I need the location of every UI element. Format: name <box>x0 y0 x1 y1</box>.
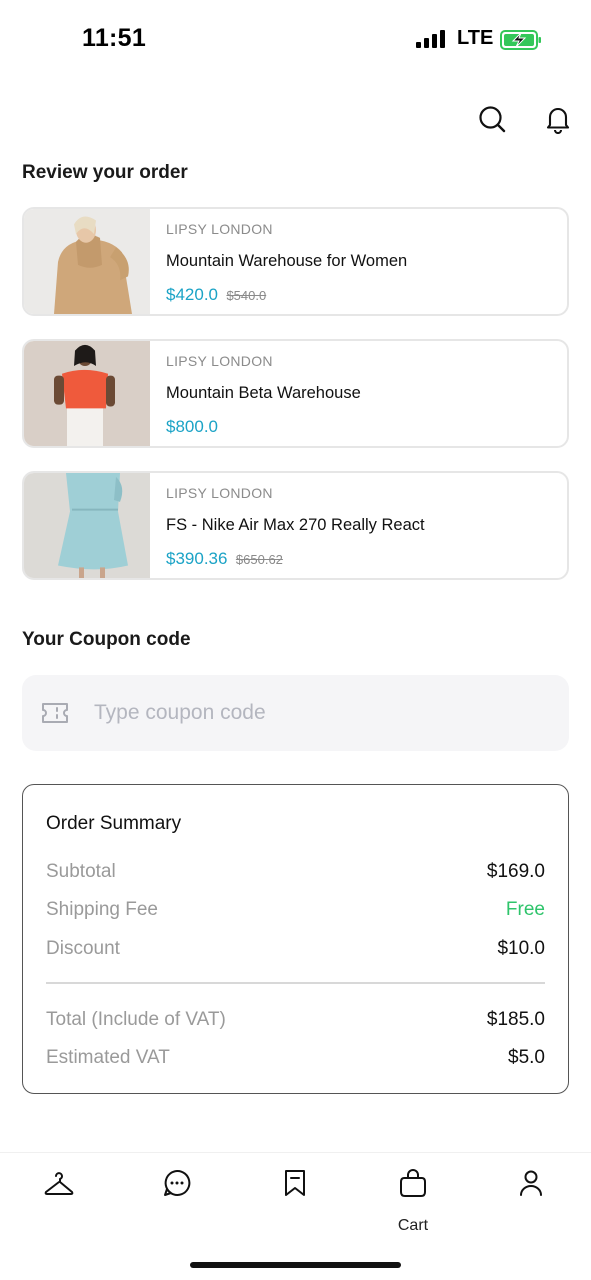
shipping-row: Shipping Fee Free <box>46 899 545 923</box>
subtotal-row: Subtotal $169.0 <box>46 861 545 885</box>
shipping-value: Free <box>505 899 545 920</box>
summary-title: Order Summary <box>46 813 182 834</box>
chat-icon <box>164 1169 191 1196</box>
product-name: Mountain Warehouse for Women <box>166 252 408 270</box>
price-row: $420.0 $540.0 <box>166 285 266 305</box>
order-item-card[interactable]: LIPSY LONDON FS - Nike Air Max 270 Reall… <box>22 471 569 580</box>
product-image <box>24 209 150 314</box>
product-price: $390.36 <box>166 549 228 568</box>
order-item-card[interactable]: LIPSY LONDON Mountain Warehouse for Wome… <box>22 207 569 316</box>
coupon-input[interactable] <box>94 675 544 751</box>
order-summary: Order Summary Subtotal $169.0 Shipping F… <box>22 784 569 1094</box>
total-value: $185.0 <box>486 1009 545 1030</box>
shipping-label: Shipping Fee <box>46 899 158 920</box>
battery-charging-icon <box>500 30 541 50</box>
vat-label: Estimated VAT <box>46 1047 170 1068</box>
signal-icon <box>416 30 446 48</box>
bag-icon <box>400 1169 426 1197</box>
bookmark-icon <box>285 1170 305 1196</box>
product-name: Mountain Beta Warehouse <box>166 384 361 402</box>
product-image <box>24 341 150 446</box>
network-label: LTE <box>457 27 494 49</box>
ticket-icon <box>42 703 68 723</box>
profile-icon <box>520 1170 542 1196</box>
status-time: 11:51 <box>82 24 147 52</box>
product-image <box>24 473 150 578</box>
vat-value: $5.0 <box>508 1047 545 1068</box>
home-indicator <box>190 1262 401 1268</box>
nav-label-cart: Cart <box>397 1217 429 1234</box>
price-row: $800.0 <box>166 417 218 437</box>
product-price: $420.0 <box>166 285 218 304</box>
vat-row: Estimated VAT $5.0 <box>46 1047 545 1071</box>
bell-icon[interactable] <box>543 104 573 134</box>
search-icon[interactable] <box>477 104 507 134</box>
discount-label: Discount <box>46 938 120 959</box>
product-brand: LIPSY LONDON <box>166 485 273 501</box>
coupon-field[interactable] <box>22 675 569 751</box>
product-brand: LIPSY LONDON <box>166 353 273 369</box>
product-name: FS - Nike Air Max 270 Really React <box>166 516 425 534</box>
nav-item-chat[interactable] <box>147 1167 207 1237</box>
product-old-price: $540.0 <box>226 288 267 303</box>
nav-item-profile[interactable] <box>501 1167 561 1237</box>
nav-item-shop[interactable] <box>29 1167 89 1237</box>
discount-row: Discount $10.0 <box>46 938 545 962</box>
bottom-nav: Cart <box>0 1152 591 1280</box>
subtotal-value: $169.0 <box>486 861 545 882</box>
price-row: $390.36 $650.62 <box>166 549 283 569</box>
order-item-card[interactable]: LIPSY LONDON Mountain Beta Warehouse $80… <box>22 339 569 448</box>
total-row: Total (Include of VAT) $185.0 <box>46 1009 545 1033</box>
summary-divider <box>46 982 545 984</box>
subtotal-label: Subtotal <box>46 861 116 882</box>
hanger-icon <box>44 1172 74 1195</box>
status-bar: 11:51 LTE <box>0 0 591 80</box>
nav-item-saved[interactable] <box>265 1167 325 1237</box>
coupon-title: Your Coupon code <box>22 629 191 650</box>
review-title: Review your order <box>22 162 188 183</box>
nav-item-cart[interactable]: Cart <box>383 1167 443 1237</box>
product-price: $800.0 <box>166 417 218 436</box>
total-label: Total (Include of VAT) <box>46 1009 226 1030</box>
product-old-price: $650.62 <box>235 552 283 567</box>
discount-value: $10.0 <box>497 938 545 959</box>
product-brand: LIPSY LONDON <box>166 221 273 237</box>
